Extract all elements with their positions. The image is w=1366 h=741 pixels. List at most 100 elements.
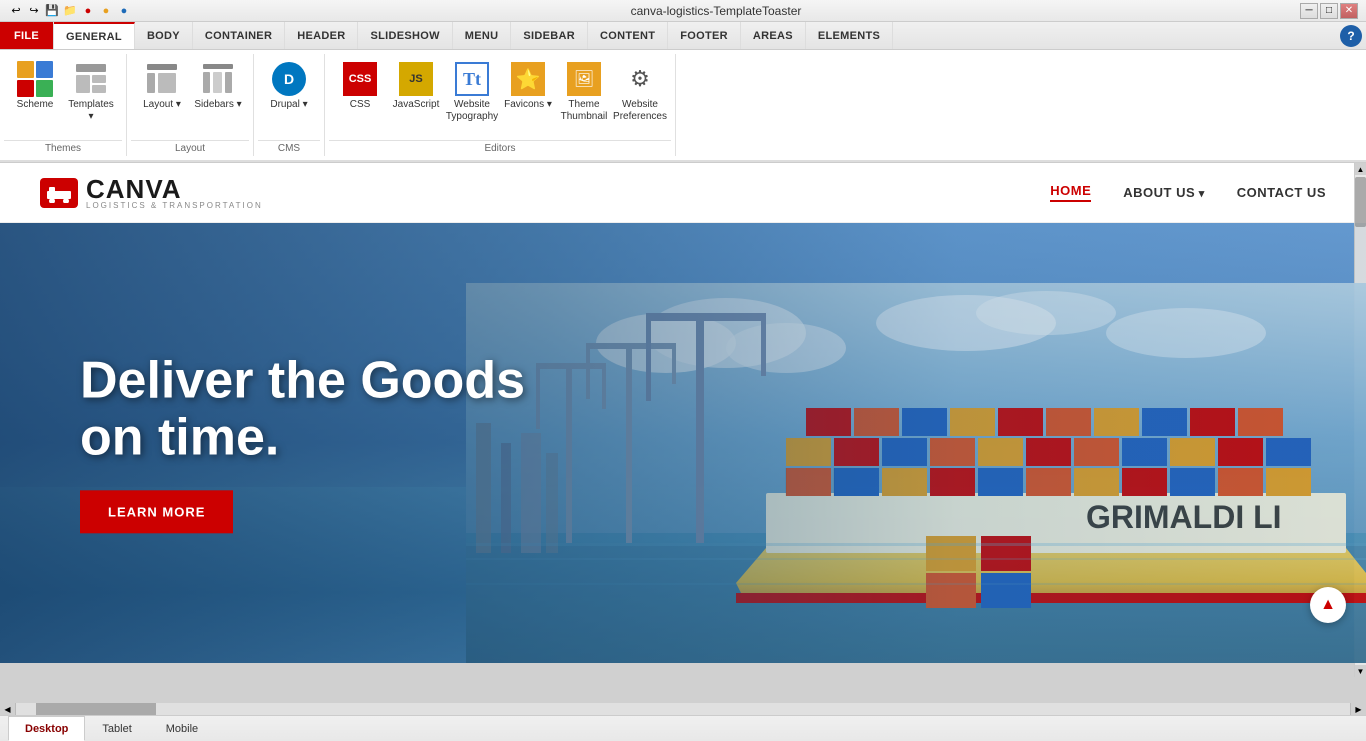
scheme-icon: [17, 61, 53, 97]
theme-thumbnail-button[interactable]: 🖼 ThemeThumbnail: [557, 56, 611, 128]
tab-content[interactable]: CONTENT: [588, 22, 668, 49]
preview-wrapper: CANVA LOGISTICS & TRANSPORTATION HOME AB…: [0, 163, 1366, 703]
javascript-icon: JS: [398, 61, 434, 97]
layout-icon: [144, 61, 180, 97]
sidebars-label: Sidebars ▾: [194, 99, 241, 111]
sidebars-button[interactable]: Sidebars ▾: [191, 56, 245, 116]
undo-icon[interactable]: ↩: [8, 3, 24, 19]
site-preview: CANVA LOGISTICS & TRANSPORTATION HOME AB…: [0, 163, 1366, 663]
layout-group-label: Layout: [131, 140, 249, 156]
favicons-icon: ⭐: [510, 61, 546, 97]
layout-label: Layout ▾: [143, 99, 181, 111]
css-button[interactable]: CSS CSS: [333, 56, 387, 116]
title-bar: ↩ ↪ 💾 📁 ● ● ● canva-logistics-TemplateTo…: [0, 0, 1366, 22]
site-logo: CANVA LOGISTICS & TRANSPORTATION: [40, 176, 263, 210]
css-label: CSS: [350, 99, 371, 111]
hero-title: Deliver the Goods on time.: [80, 352, 525, 466]
favicons-button[interactable]: ⭐ Favicons ▾: [501, 56, 555, 116]
logo-sub-text: LOGISTICS & TRANSPORTATION: [86, 202, 263, 210]
ribbon-content: Scheme Templates ▾ Themes: [0, 50, 1366, 162]
site-nav: CANVA LOGISTICS & TRANSPORTATION HOME AB…: [0, 163, 1366, 223]
css-icon: CSS: [342, 61, 378, 97]
tab-desktop[interactable]: Desktop: [8, 716, 85, 741]
ribbon-group-layout: Layout ▾ Sidebars ▾ Layout: [127, 54, 254, 156]
hero-cta-button[interactable]: LEARN MORE: [80, 491, 233, 534]
site-nav-links: HOME ABOUT US CONTACT US: [1050, 183, 1326, 202]
preferences-icon: ⚙: [622, 61, 658, 97]
scroll-up-arrow[interactable]: ▲: [1355, 163, 1366, 175]
scheme-button[interactable]: Scheme: [8, 56, 62, 116]
typography-label: WebsiteTypography: [446, 99, 498, 123]
tab-file[interactable]: FILE: [0, 22, 54, 49]
tab-slideshow[interactable]: SLIDESHOW: [358, 22, 452, 49]
folder-icon[interactable]: 📁: [62, 3, 78, 19]
javascript-label: JavaScript: [393, 99, 440, 111]
hero-title-line2: on time.: [80, 409, 279, 467]
ribbon-group-cms: D Drupal ▾ CMS: [254, 54, 325, 156]
ribbon-group-themes: Scheme Templates ▾ Themes: [0, 54, 127, 156]
toolbar-icons: ↩ ↪ 💾 📁 ● ● ●: [8, 3, 132, 19]
tab-areas[interactable]: AREAS: [741, 22, 806, 49]
website-typography-button[interactable]: Tt WebsiteTypography: [445, 56, 499, 128]
scroll-down-arrow[interactable]: ▼: [1355, 665, 1366, 677]
hero-title-line1: Deliver the Goods: [80, 351, 525, 409]
browser1-icon[interactable]: ●: [80, 3, 96, 19]
editors-group-label: Editors: [329, 140, 671, 156]
tab-body[interactable]: BODY: [135, 22, 193, 49]
typography-icon: Tt: [454, 61, 490, 97]
website-preferences-button[interactable]: ⚙ WebsitePreferences: [613, 56, 667, 128]
preferences-label: WebsitePreferences: [613, 99, 667, 123]
tab-header[interactable]: HEADER: [285, 22, 358, 49]
tab-menu[interactable]: MENU: [453, 22, 512, 49]
thumbnail-icon: 🖼: [566, 61, 602, 97]
status-bar: Desktop Tablet Mobile: [0, 715, 1366, 741]
templates-label: Templates ▾: [67, 99, 115, 123]
cms-group-label: CMS: [258, 140, 320, 156]
javascript-button[interactable]: JS JavaScript: [389, 56, 443, 116]
scroll-right-arrow[interactable]: ▶: [1350, 703, 1366, 715]
templates-icon: [73, 61, 109, 97]
minimize-button[interactable]: ─: [1300, 3, 1318, 19]
ribbon-tabs: FILE GENERAL BODY CONTAINER HEADER SLIDE…: [0, 22, 1366, 50]
redo-icon[interactable]: ↪: [26, 3, 42, 19]
hero-section: GRIMALDI LI: [0, 223, 1366, 663]
tab-tablet[interactable]: Tablet: [85, 716, 148, 741]
back-to-top-button[interactable]: ▲: [1310, 587, 1346, 623]
save-icon[interactable]: 💾: [44, 3, 60, 19]
horizontal-scrollbar[interactable]: ◀ ▶: [0, 703, 1366, 715]
tab-container[interactable]: CONTAINER: [193, 22, 285, 49]
drupal-icon: D: [271, 61, 307, 97]
themes-group-label: Themes: [4, 140, 122, 156]
nav-contact[interactable]: CONTACT US: [1237, 185, 1326, 200]
ribbon-group-editors: CSS CSS JS JavaScript Tt WebsiteTypograp…: [325, 54, 676, 156]
tab-elements[interactable]: ELEMENTS: [806, 22, 893, 49]
logo-icon: [40, 178, 78, 208]
tab-sidebar[interactable]: SIDEBAR: [511, 22, 588, 49]
hero-content: Deliver the Goods on time. LEARN MORE: [80, 352, 525, 533]
h-scroll-thumb[interactable]: [36, 703, 156, 715]
sidebars-icon: [200, 61, 236, 97]
close-button[interactable]: ✕: [1340, 3, 1358, 19]
browser3-icon[interactable]: ●: [116, 3, 132, 19]
tab-mobile[interactable]: Mobile: [149, 716, 215, 741]
layout-button[interactable]: Layout ▾: [135, 56, 189, 116]
ribbon: FILE GENERAL BODY CONTAINER HEADER SLIDE…: [0, 22, 1366, 163]
thumbnail-label: ThemeThumbnail: [561, 99, 608, 123]
nav-about[interactable]: ABOUT US: [1123, 185, 1204, 200]
nav-home[interactable]: HOME: [1050, 183, 1091, 202]
scroll-thumb[interactable]: [1355, 177, 1366, 227]
browser2-icon[interactable]: ●: [98, 3, 114, 19]
templates-button[interactable]: Templates ▾: [64, 56, 118, 128]
maximize-button[interactable]: □: [1320, 3, 1338, 19]
favicons-label: Favicons ▾: [504, 99, 552, 111]
help-button[interactable]: ?: [1340, 25, 1362, 47]
title-bar-left: ↩ ↪ 💾 📁 ● ● ●: [8, 3, 132, 19]
scroll-left-arrow[interactable]: ◀: [0, 703, 16, 715]
window-controls: ─ □ ✕: [1300, 3, 1358, 19]
logo-main-text: CANVA: [86, 176, 263, 202]
tab-footer[interactable]: FOOTER: [668, 22, 741, 49]
drupal-button[interactable]: D Drupal ▾: [262, 56, 316, 116]
window-title: canva-logistics-TemplateToaster: [132, 4, 1300, 18]
tab-general[interactable]: GENERAL: [54, 22, 135, 49]
main-content: CANVA LOGISTICS & TRANSPORTATION HOME AB…: [0, 163, 1366, 703]
